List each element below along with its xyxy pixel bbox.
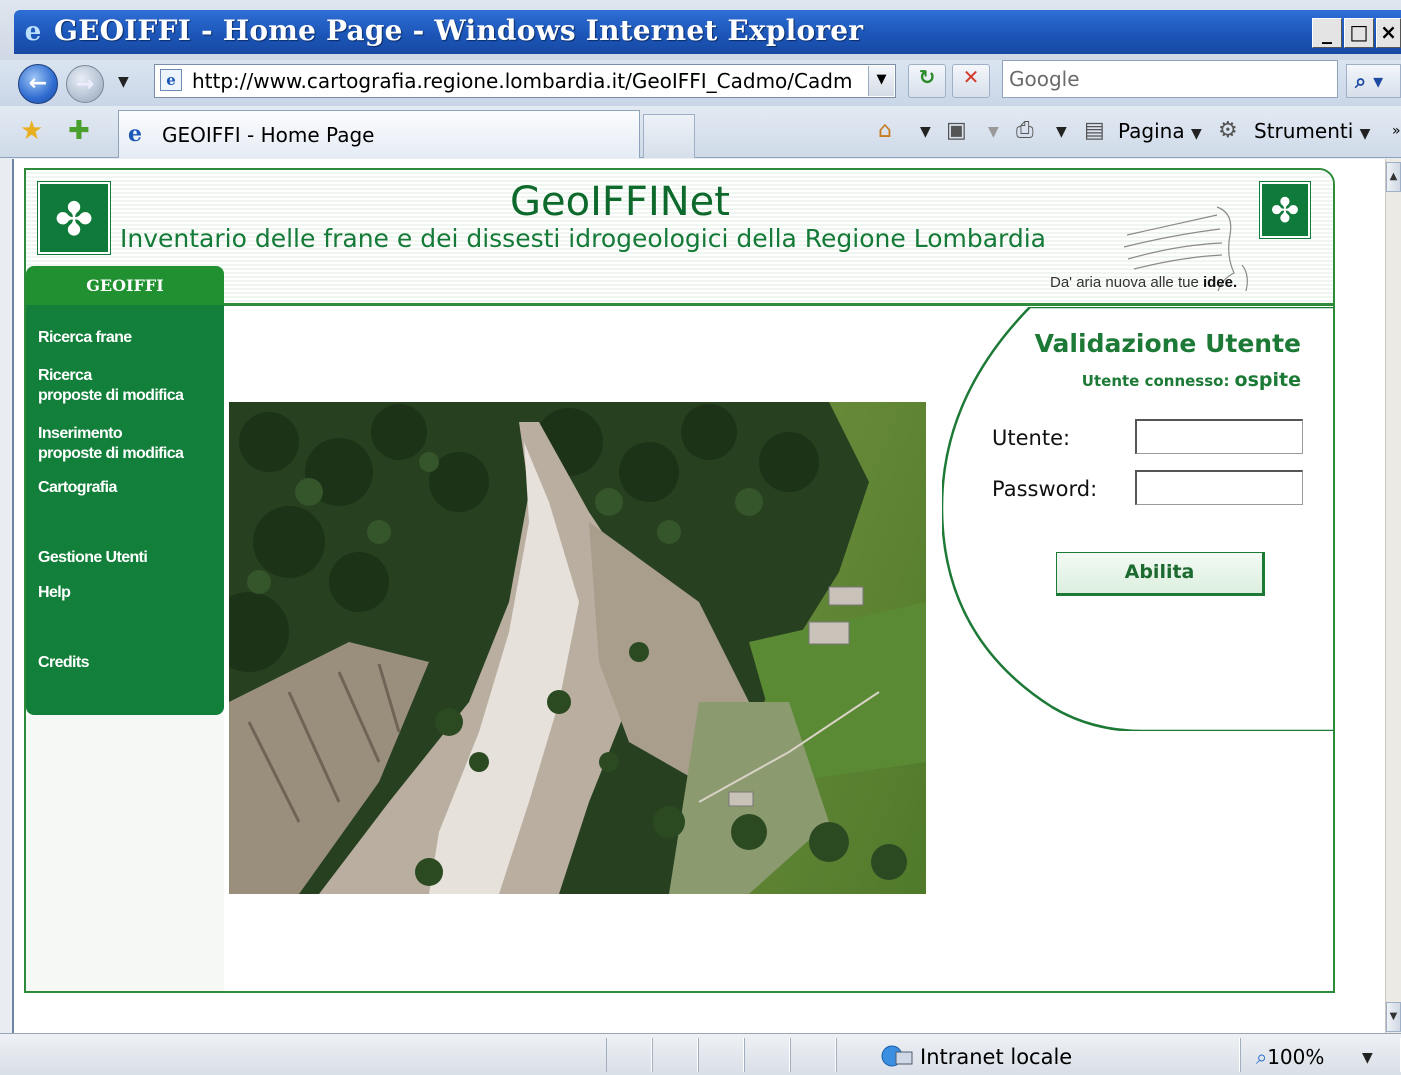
nav-item-help[interactable]: Help bbox=[38, 583, 220, 603]
vertical-scrollbar[interactable] bbox=[1385, 159, 1401, 1033]
minimize-button[interactable]: _ bbox=[1312, 18, 1342, 48]
window-title: GEOIFFI - Home Page - Windows Internet E… bbox=[54, 14, 864, 47]
search-input[interactable]: Google bbox=[1002, 60, 1338, 98]
page-icon: e bbox=[160, 69, 182, 91]
slogan-bold: idee. bbox=[1202, 274, 1238, 291]
new-tab-button[interactable] bbox=[643, 114, 695, 158]
slogan-text: Da' aria nuova alle tue bbox=[1050, 274, 1203, 291]
nav-item-gestione-utenti[interactable]: Gestione Utenti bbox=[38, 548, 220, 568]
tab-label[interactable]: GEOIFFI - Home Page bbox=[162, 122, 374, 148]
scroll-down-icon[interactable]: ▼ bbox=[1386, 1002, 1401, 1032]
intranet-globe-icon bbox=[881, 1045, 913, 1067]
zoom-icon[interactable]: ⌕ bbox=[1256, 1045, 1267, 1069]
landslide-photo bbox=[229, 402, 926, 894]
nav-item-label[interactable]: Gestione Utenti bbox=[38, 548, 220, 568]
connected-user-label: Utente connesso: bbox=[1081, 372, 1230, 390]
nav-item-label[interactable]: Ricerca frane bbox=[38, 328, 220, 348]
nav-tab-geoiffi[interactable]: GEOIFFI bbox=[26, 266, 224, 306]
login-title: Validazione Utente bbox=[1034, 329, 1301, 358]
zoom-dropdown-icon[interactable]: ▼ bbox=[1362, 1048, 1373, 1068]
username-label: Utente: bbox=[992, 426, 1071, 450]
zoom-value[interactable]: 100% bbox=[1267, 1045, 1324, 1069]
nav-item-label[interactable]: Cartografia bbox=[38, 478, 220, 498]
abilita-button[interactable]: Abilita bbox=[1056, 552, 1265, 596]
security-zone[interactable]: Intranet locale bbox=[920, 1042, 1072, 1072]
nav-item-inserimento-proposte[interactable]: Inserimento proposte di modifica bbox=[38, 424, 220, 464]
status-segment bbox=[698, 1038, 744, 1072]
nav-item-label[interactable]: Inserimento bbox=[38, 424, 220, 444]
close-button[interactable]: × bbox=[1376, 18, 1401, 48]
username-field[interactable] bbox=[1135, 419, 1303, 454]
nav-item-label[interactable]: Ricerca bbox=[38, 366, 220, 386]
forward-button[interactable]: → bbox=[66, 65, 104, 103]
page-menu[interactable]: Pagina ▼ bbox=[1118, 116, 1202, 146]
nav-item-cartografia[interactable]: Cartografia bbox=[38, 478, 220, 498]
tools-menu-dropdown-icon[interactable]: ▼ bbox=[1360, 126, 1371, 142]
slogan: Da' aria nuova alle tue idee. bbox=[1050, 272, 1237, 294]
favorites-star-icon[interactable]: ★ bbox=[20, 116, 43, 146]
print-dropdown-icon[interactable]: ▼ bbox=[1056, 122, 1067, 142]
refresh-button[interactable]: ↻ bbox=[908, 64, 946, 98]
stop-button[interactable]: ✕ bbox=[952, 64, 990, 98]
chevron-more-icon[interactable]: » bbox=[1392, 116, 1401, 146]
connected-user-value: ospite bbox=[1234, 369, 1301, 391]
history-dropdown-icon[interactable]: ▼ bbox=[118, 72, 129, 92]
address-dropdown-icon[interactable]: ▼ bbox=[868, 66, 894, 96]
side-nav-background bbox=[26, 715, 224, 991]
nav-item-label-line2[interactable]: proposte di modifica bbox=[38, 444, 220, 464]
print-icon[interactable]: ⎙ bbox=[1016, 116, 1034, 146]
zoom-level[interactable]: ⌕100% bbox=[1256, 1042, 1324, 1072]
status-segment bbox=[790, 1038, 836, 1072]
nav-item-label[interactable]: Credits bbox=[38, 653, 220, 673]
tab-ie-icon: e bbox=[128, 121, 142, 147]
nav-item-credits[interactable]: Credits bbox=[38, 653, 220, 673]
tools-menu-label[interactable]: Strumenti bbox=[1254, 119, 1353, 143]
ie-logo-icon: e bbox=[24, 17, 42, 47]
lombardia-rose-logo: ✤ bbox=[37, 181, 111, 255]
tools-menu[interactable]: Strumenti ▼ bbox=[1254, 116, 1370, 146]
nav-item-ricerca-frane[interactable]: Ricerca frane bbox=[38, 328, 220, 348]
site-subtitle: Inventario delle frane e dei dissesti id… bbox=[120, 224, 1047, 253]
back-button[interactable]: ← bbox=[18, 64, 58, 104]
status-segment bbox=[652, 1038, 698, 1072]
feeds-icon[interactable]: ▣ bbox=[946, 116, 967, 146]
nav-item-label-line2[interactable]: proposte di modifica bbox=[38, 386, 220, 406]
password-field[interactable] bbox=[1135, 470, 1303, 505]
page-menu-label[interactable]: Pagina bbox=[1118, 119, 1185, 143]
lombardia-rose-logo-small: ✤ bbox=[1259, 181, 1311, 239]
home-dropdown-icon[interactable]: ▼ bbox=[920, 122, 931, 142]
search-icon[interactable]: ⌕ ▾ bbox=[1346, 64, 1401, 98]
status-segment bbox=[744, 1038, 790, 1072]
status-segment bbox=[606, 1038, 652, 1072]
nav-item-ricerca-proposte[interactable]: Ricerca proposte di modifica bbox=[38, 366, 220, 406]
page-menu-dropdown-icon[interactable]: ▼ bbox=[1191, 126, 1202, 142]
nav-item-label[interactable]: Help bbox=[38, 583, 220, 603]
password-label: Password: bbox=[992, 477, 1098, 501]
maximize-button[interactable]: □ bbox=[1344, 18, 1374, 48]
address-text[interactable]: http://www.cartografia.regione.lombardia… bbox=[192, 69, 862, 93]
scroll-up-icon[interactable]: ▲ bbox=[1386, 162, 1401, 192]
page-menu-icon[interactable]: ▤ bbox=[1084, 116, 1105, 146]
home-icon[interactable]: ⌂ bbox=[878, 116, 892, 146]
tools-gear-icon[interactable]: ⚙ bbox=[1218, 116, 1238, 146]
site-title: GeoIFFINet bbox=[510, 179, 730, 225]
feeds-dropdown-icon[interactable]: ▼ bbox=[988, 122, 999, 142]
connected-user: Utente connesso: ospite bbox=[1000, 369, 1301, 393]
add-favorites-icon[interactable]: ✚ bbox=[68, 116, 90, 146]
